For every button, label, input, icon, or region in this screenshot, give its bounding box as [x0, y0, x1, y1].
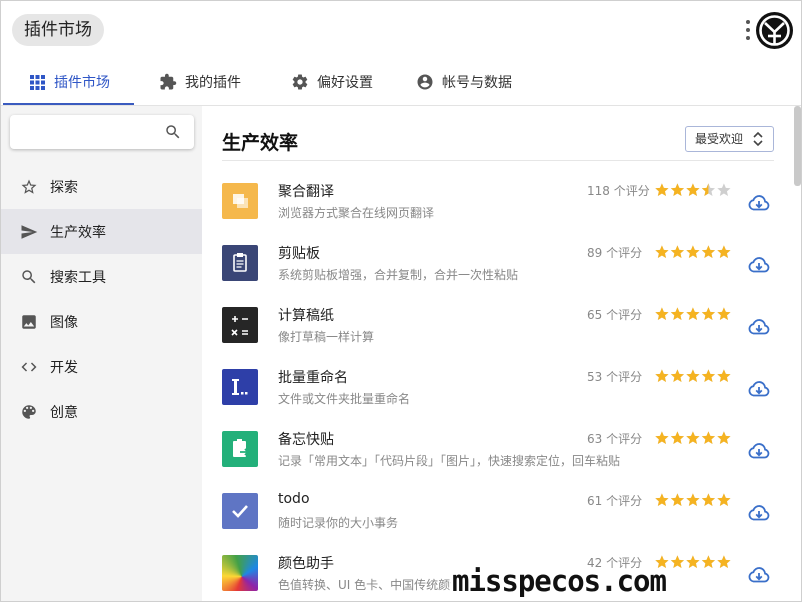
plugin-description: 随时记录你的大小事务: [278, 516, 399, 530]
star-rating: [654, 492, 734, 512]
plugin-row[interactable]: 备忘快贴 记录「常用文本」「代码片段」「图片」，快速搜索定位，回车粘贴 63 个…: [222, 429, 774, 491]
plugin-description: 色值转换、UI 色卡、中国传统颜色: [278, 578, 463, 592]
main-content: 生产效率 最受欢迎 聚合翻译 浏览器方式聚合在线网页翻译 118 个评分 剪贴板: [202, 106, 793, 601]
code-icon: [21, 362, 37, 371]
sort-select[interactable]: 最受欢迎: [685, 126, 774, 152]
watermark: misspecos.com: [452, 564, 667, 598]
sidebar-item-search-tools[interactable]: 搜索工具: [1, 254, 202, 299]
sidebar-item-label: 搜索工具: [50, 269, 106, 286]
sidebar-item-label: 创意: [50, 404, 78, 421]
scrollbar[interactable]: [794, 106, 801, 186]
plugin-name: 颜色助手: [278, 556, 334, 572]
color-helper-app-icon: [222, 555, 258, 591]
search-icon[interactable]: [164, 123, 182, 141]
plugin-row[interactable]: todo 随时记录你的大小事务 61 个评分: [222, 491, 774, 553]
sort-selected-label: 最受欢迎: [695, 132, 744, 146]
calculator-app-icon: [222, 307, 258, 343]
rating-count: 61 个评分: [587, 494, 643, 508]
tab-label: 帐号与数据: [442, 75, 512, 91]
sidebar-item-explore[interactable]: 探索: [1, 164, 202, 209]
palette-icon: [22, 404, 36, 419]
tab-preferences[interactable]: 偏好设置: [291, 58, 373, 106]
cloud-download-icon[interactable]: [747, 439, 771, 467]
cloud-download-icon[interactable]: [747, 501, 771, 529]
search-box[interactable]: [10, 115, 194, 149]
rating-count: 65 个评分: [587, 308, 643, 322]
rating-count: 118 个评分: [587, 184, 650, 198]
tab-label: 插件市场: [54, 75, 110, 91]
plugin-description: 浏览器方式聚合在线网页翻译: [278, 206, 435, 220]
page-title: 生产效率: [222, 132, 299, 154]
rating-count: 89 个评分: [587, 246, 643, 260]
search-input[interactable]: [18, 121, 158, 143]
plugin-row[interactable]: 计算稿纸 像打草稿一样计算 65 个评分: [222, 305, 774, 367]
memo-paste-app-icon: [222, 431, 258, 467]
cloud-download-icon[interactable]: [747, 563, 771, 591]
plugin-name: todo: [278, 491, 310, 507]
tab-label: 偏好设置: [317, 75, 373, 91]
app-title: 插件市场: [12, 14, 104, 46]
star-rating: [654, 368, 734, 388]
plugin-name: 备忘快贴: [278, 432, 334, 448]
star-rating: [654, 306, 734, 326]
grid-icon: [30, 74, 45, 90]
tab-bar: 插件市场 我的插件 偏好设置 帐号与数据: [1, 58, 801, 106]
plugin-row[interactable]: 聚合翻译 浏览器方式聚合在线网页翻译 118 个评分: [222, 181, 774, 243]
plugin-description: 像打草稿一样计算: [278, 330, 375, 344]
tab-my-plugins[interactable]: 我的插件: [159, 58, 241, 106]
plugin-row[interactable]: 批量重命名 文件或文件夹批量重命名 53 个评分: [222, 367, 774, 429]
translate-app-icon: [222, 183, 258, 219]
sidebar-item-development[interactable]: 开发: [1, 344, 202, 389]
cloud-download-icon[interactable]: [747, 315, 771, 343]
gear-icon: [292, 74, 308, 90]
active-tab-indicator: [3, 103, 134, 105]
puzzle-icon: [160, 73, 177, 90]
plugin-description: 系统剪贴板增强，合并复制，合并一次性粘贴: [278, 268, 519, 282]
star-rating: [654, 430, 734, 450]
plugin-name: 计算稿纸: [278, 308, 334, 324]
plugin-name: 剪贴板: [278, 246, 320, 262]
send-icon: [21, 224, 38, 239]
plugin-description: 记录「常用文本」「代码片段」「图片」，快速搜索定位，回车粘贴: [278, 454, 621, 468]
sidebar-item-label: 生产效率: [50, 224, 106, 241]
sidebar-item-productivity[interactable]: 生产效率: [1, 209, 202, 254]
sidebar-item-label: 探索: [50, 179, 78, 196]
plugin-name: 聚合翻译: [278, 184, 334, 200]
star-outline-icon: [21, 179, 37, 194]
unfold-icon: [753, 131, 763, 147]
rating-count: 63 个评分: [587, 432, 643, 446]
plugin-row[interactable]: 剪贴板 系统剪贴板增强，合并复制，合并一次性粘贴 89 个评分: [222, 243, 774, 305]
sidebar-item-label: 图像: [50, 314, 78, 331]
sidebar-item-creative[interactable]: 创意: [1, 389, 202, 434]
sidebar-item-images[interactable]: 图像: [1, 299, 202, 344]
more-menu-icon[interactable]: [743, 18, 753, 44]
account-icon: [417, 74, 433, 90]
todo-app-icon: [222, 493, 258, 529]
cloud-download-icon[interactable]: [747, 377, 771, 405]
plugin-description: 文件或文件夹批量重命名: [278, 392, 411, 406]
clipboard-app-icon: [222, 245, 258, 281]
app-logo[interactable]: [756, 12, 793, 49]
rename-app-icon: [222, 369, 258, 405]
tab-account-data[interactable]: 帐号与数据: [416, 58, 512, 106]
plugin-name: 批量重命名: [278, 370, 348, 386]
divider: [222, 160, 774, 161]
star-rating: [654, 244, 734, 264]
title-bar: 插件市场: [1, 1, 801, 57]
app-window: 插件市场 插件市场 我的插件 偏好设置 帐号与数据 探索 生产效率 搜索工具 图…: [0, 0, 802, 602]
tab-plugin-market[interactable]: 插件市场: [29, 58, 110, 106]
sidebar: 探索 生产效率 搜索工具 图像 开发 创意: [1, 106, 202, 601]
tab-label: 我的插件: [185, 75, 241, 91]
star-rating: [654, 554, 734, 574]
cloud-download-icon[interactable]: [747, 191, 771, 219]
rating-count: 53 个评分: [587, 370, 643, 384]
image-icon: [22, 314, 36, 329]
sidebar-item-label: 开发: [50, 359, 78, 376]
search-icon: [22, 269, 36, 283]
star-rating: [654, 182, 734, 202]
cloud-download-icon[interactable]: [747, 253, 771, 281]
